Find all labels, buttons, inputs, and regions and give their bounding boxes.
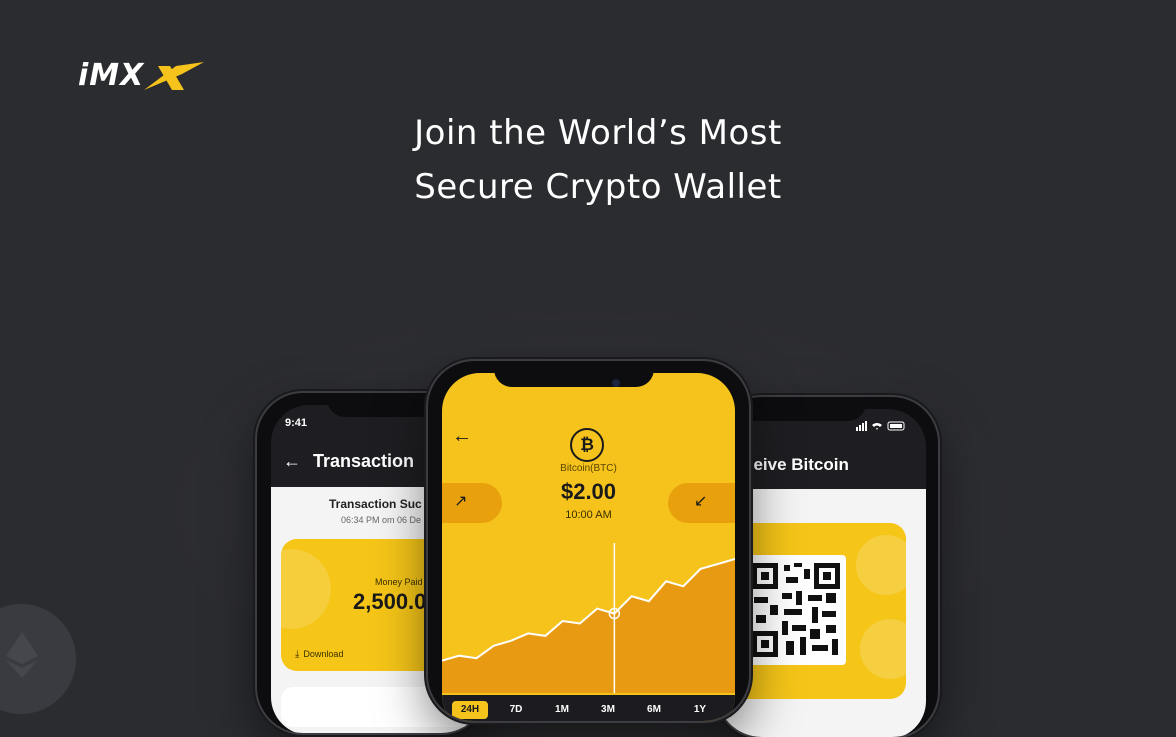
transaction-status: Transaction Suc: [329, 497, 422, 511]
price-chart[interactable]: [442, 373, 735, 693]
card-decoration: [281, 549, 331, 629]
download-label: Download: [303, 649, 344, 659]
headline-line-2: Secure Crypto Wallet: [414, 167, 782, 207]
bitcoin-icon: ₿: [570, 428, 604, 462]
receive-button[interactable]: ↙: [668, 483, 735, 523]
logo-swoosh-icon: [144, 62, 204, 90]
receive-title: ceive Bitcoin: [744, 455, 849, 474]
status-icons: [856, 421, 916, 434]
tab-range-24h[interactable]: 24H: [452, 701, 488, 719]
phone-notch: [494, 361, 654, 387]
back-arrow-icon[interactable]: ←: [452, 425, 472, 448]
transaction-title: Transaction: [313, 451, 415, 471]
money-paid-label: Money Paid: [375, 577, 423, 587]
download-icon: ⤓: [295, 649, 300, 660]
arrow-up-right-icon: ↗: [454, 493, 468, 510]
tab-range-1m[interactable]: 1M: [544, 701, 580, 719]
signal-wifi-battery-icon: [856, 421, 905, 431]
qr-code: [746, 555, 846, 665]
headline-line-1: Join the World’s Most: [414, 113, 782, 153]
send-button[interactable]: ↗: [442, 483, 502, 523]
phone-receive: ceive Bitcoin: [716, 397, 938, 737]
coin-label: Bitcoin(BTC): [560, 463, 617, 474]
tab-range-7d[interactable]: 7D: [498, 701, 534, 719]
qr-code-icon: [752, 563, 840, 657]
logo-text: iMX: [78, 58, 145, 93]
price-chart-svg: [442, 373, 735, 693]
tab-range-3m[interactable]: 3M: [590, 701, 626, 719]
bitcoin-screen: ← ₿ Bitcoin(BTC) $2.00 10:00 AM ↗ ↙ 24H 7…: [442, 373, 735, 721]
status-time: 9:41: [285, 417, 308, 429]
brand-logo[interactable]: iMX: [78, 58, 204, 98]
card-decoration: [856, 535, 906, 595]
money-paid-value: 2,500.0: [353, 589, 427, 614]
tab-range-1y[interactable]: 1Y: [682, 701, 718, 719]
headline: Join the World’s Most Secure Crypto Wall…: [0, 106, 1176, 214]
back-arrow-icon[interactable]: ←: [283, 451, 301, 472]
arrow-down-left-icon: ↙: [694, 493, 708, 510]
camera-icon: [612, 379, 620, 387]
ethereum-icon: [6, 632, 38, 678]
download-button[interactable]: ⤓ Download: [295, 649, 343, 660]
time-range-tabs: 24H 7D 1M 3M 6M 1Y: [442, 695, 735, 721]
card-decoration: [860, 619, 906, 679]
transaction-date: 06:34 PM om 06 De: [341, 515, 422, 525]
phone-bitcoin: ← ₿ Bitcoin(BTC) $2.00 10:00 AM ↗ ↙ 24H 7…: [428, 361, 749, 721]
tab-range-6m[interactable]: 6M: [636, 701, 672, 719]
